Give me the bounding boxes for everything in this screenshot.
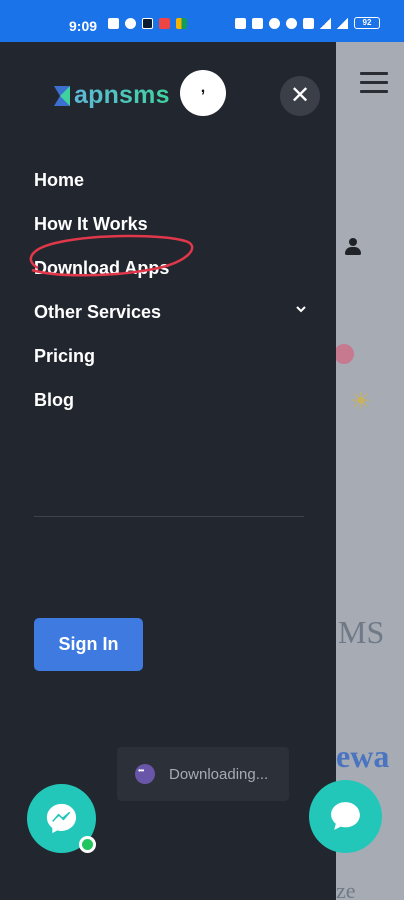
vibrate-icon — [252, 18, 263, 29]
background-heading: MS — [338, 614, 385, 650]
navigation-drawer: apnsms , ✕ Home How It Works Download Ap… — [0, 42, 336, 900]
background-subheading: ewa — [336, 738, 390, 774]
nav-item-home[interactable]: Home — [34, 158, 306, 202]
nav-item-blog[interactable]: Blog — [34, 378, 306, 422]
logo-mark-icon — [54, 85, 70, 106]
nav-item-label: Other Services — [34, 301, 162, 322]
toast-text: Downloading... — [169, 765, 269, 783]
status-time: 9:09 — [69, 18, 98, 34]
gallery-icon — [176, 18, 187, 29]
background-text-2: ze — [336, 878, 356, 900]
logo-text: apnsms — [74, 81, 170, 109]
close-icon: ✕ — [289, 82, 311, 109]
nav-item-label: Pricing — [34, 345, 96, 366]
data-icon — [303, 18, 314, 29]
chat-bubble-icon — [135, 764, 155, 784]
online-status-indicator — [79, 836, 96, 853]
hamburger-menu-icon[interactable] — [360, 72, 388, 99]
signal-icon — [320, 18, 331, 29]
nav-item-other-services[interactable]: Other Services — [34, 290, 306, 334]
nav-item-label: Home — [34, 169, 85, 190]
signal-icon-2 — [337, 18, 348, 29]
status-bar: 9:09 92 — [0, 0, 404, 42]
background-page: ☀ MS ewa ting ze — [336, 42, 404, 900]
lightbulb-icon: ☀ — [350, 388, 372, 415]
nav-item-pricing[interactable]: Pricing — [34, 334, 306, 378]
logo-bubble: , — [180, 70, 226, 116]
decorative-dot — [336, 344, 354, 364]
wifi-icon — [286, 18, 297, 29]
nav-item-label: How It Works — [34, 213, 148, 234]
sign-in-button[interactable]: Sign In — [34, 618, 143, 671]
nav-item-download-apps[interactable]: Download Apps — [34, 246, 306, 290]
notification-icons — [108, 18, 187, 29]
download-toast: Downloading... — [117, 747, 289, 801]
chevron-down-icon[interactable] — [296, 304, 306, 314]
divider — [34, 516, 304, 517]
app-icon — [142, 18, 153, 29]
drawer-nav: Home How It Works Download Apps Other Se… — [34, 158, 306, 422]
system-icons: 92 — [235, 17, 380, 29]
brand-logo[interactable]: apnsms — [52, 81, 170, 110]
nfc-icon — [269, 18, 280, 29]
sms-icon — [108, 18, 119, 29]
nav-item-label: Blog — [34, 389, 74, 410]
flag-icon — [159, 18, 170, 29]
nav-item-how-it-works[interactable]: How It Works — [34, 202, 306, 246]
chat-icon — [331, 802, 360, 830]
nav-item-label: Download Apps — [34, 257, 170, 278]
user-icon[interactable] — [344, 238, 362, 256]
volte-icon — [235, 18, 246, 29]
battery-icon: 92 — [354, 17, 380, 29]
close-button[interactable]: ✕ — [280, 76, 320, 116]
live-chat-button[interactable] — [309, 780, 382, 853]
messenger-icon — [46, 803, 77, 834]
messenger-icon — [125, 18, 136, 29]
